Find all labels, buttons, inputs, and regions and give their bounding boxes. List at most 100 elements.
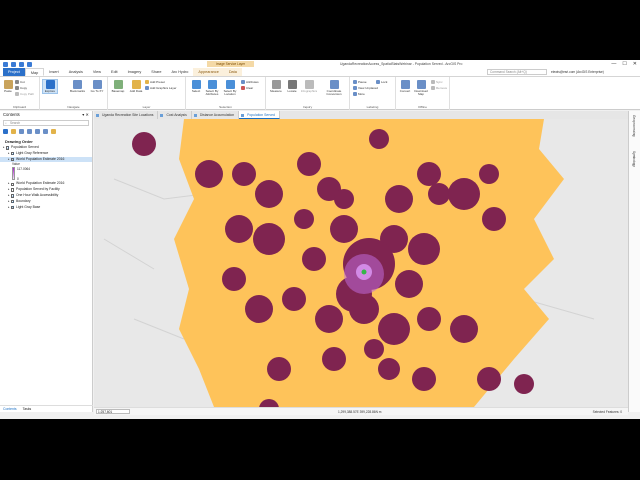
convert-button[interactable]: Convert <box>398 80 412 93</box>
layer-visibility-checkbox[interactable] <box>11 205 15 212</box>
cut-button[interactable]: Cut <box>15 80 25 84</box>
service-area-polygon <box>294 209 314 229</box>
measure-button[interactable]: Measure <box>268 80 284 93</box>
layer-visibility-checkbox[interactable] <box>11 200 15 206</box>
context-group-label: Image Service Layer <box>207 61 254 67</box>
expand-arrow-icon[interactable]: ▸ <box>8 157 10 163</box>
map-canvas[interactable] <box>94 119 628 407</box>
attributes-button[interactable]: Attributes <box>241 80 259 84</box>
minimize-button[interactable]: — <box>611 60 616 68</box>
list-by-editing-icon[interactable] <box>27 129 32 134</box>
tab-insert[interactable]: Insert <box>44 68 64 76</box>
layer-visibility-checkbox[interactable] <box>11 157 15 164</box>
service-area-polygon <box>448 178 480 210</box>
service-area-polygon <box>267 357 291 381</box>
symbology-tab[interactable]: Symbology <box>632 151 636 167</box>
tab-analysis[interactable]: Analysis <box>64 68 88 76</box>
list-by-data-source-icon[interactable] <box>11 129 16 134</box>
more-labeling-button[interactable]: More <box>353 92 365 96</box>
clear-icon <box>241 86 245 90</box>
close-button[interactable]: ✕ <box>633 60 637 68</box>
layer-name: World Population Estimate 2016 <box>16 156 65 161</box>
list-by-drawing-order-icon[interactable] <box>3 129 8 134</box>
tab-project[interactable]: Project <box>3 68 25 76</box>
list-by-snapping-icon[interactable] <box>35 129 40 134</box>
layer-item[interactable]: ▸ World Population Estimate 2016 <box>0 156 92 164</box>
coordinate-conversion-button[interactable]: Coordinate Conversion <box>322 80 346 97</box>
contents-search-input[interactable]: ⌕ Search <box>3 120 89 126</box>
signed-in-user[interactable]: elewis@esri.com (ArcGIS Enterprise) <box>551 69 604 75</box>
view-unplaced-button[interactable]: View Unplaced <box>353 86 378 90</box>
service-area-polygon <box>282 287 306 311</box>
basemap-button[interactable]: Basemap <box>111 80 125 93</box>
service-area-polygon <box>253 223 285 255</box>
select-by-attributes-button[interactable]: Select By Attributes <box>204 80 220 97</box>
lock-labels-button[interactable]: Lock <box>376 80 387 84</box>
layer-visibility-checkbox[interactable] <box>11 152 15 158</box>
locate-button[interactable]: Locate <box>285 80 299 93</box>
undo-icon[interactable] <box>19 61 24 67</box>
download-map-button[interactable]: Download Map <box>413 80 429 97</box>
group-label: Labeling <box>366 105 379 109</box>
list-by-labeling-icon[interactable] <box>43 129 48 134</box>
copy-path-button[interactable]: Copy Path <box>15 92 34 96</box>
tab-data[interactable]: Data <box>223 68 242 76</box>
paste-button[interactable]: Paste <box>2 80 14 93</box>
layer-visibility-checkbox[interactable] <box>11 182 15 186</box>
pane-options-icon[interactable]: ▾ ✕ <box>82 111 89 119</box>
tab-map[interactable]: Map <box>24 68 45 76</box>
redo-icon[interactable] <box>27 61 32 67</box>
view-tab[interactable]: Cost Analysis <box>158 111 192 119</box>
tab-edit[interactable]: Edit <box>106 68 123 76</box>
command-search-input[interactable]: Command Search (Alt+Q) <box>487 69 547 75</box>
attributes-icon <box>241 80 245 84</box>
copy-button[interactable]: Copy <box>15 86 27 90</box>
maximize-button[interactable]: ☐ <box>622 60 626 68</box>
layer-list: ▸ World Population Estimate 2016 ▸ Populati… <box>0 181 92 212</box>
add-preset-button[interactable]: Add Preset <box>145 80 165 84</box>
bookmarks-button[interactable]: Bookmarks <box>70 80 85 93</box>
tab-appearance[interactable]: Appearance <box>193 68 224 76</box>
view-tab[interactable]: Uganda Recreation Site Locations <box>94 111 159 119</box>
group-label: Clipboard <box>12 105 27 109</box>
tab-share[interactable]: Share <box>146 68 166 76</box>
go-to-xy-button[interactable]: Go To XY <box>90 80 104 93</box>
tab-contents[interactable]: Contents <box>3 406 17 412</box>
save-icon[interactable] <box>11 61 16 67</box>
scale-select[interactable]: 1:257,601 <box>96 409 130 414</box>
add-data-button[interactable]: Add Data <box>129 80 143 93</box>
select-button[interactable]: Select <box>189 80 203 93</box>
map-view[interactable] <box>94 119 628 407</box>
explore-button[interactable]: Explore <box>42 78 58 95</box>
list-by-selection-icon[interactable] <box>19 129 24 134</box>
select-by-attributes-icon <box>207 80 217 89</box>
layer-item[interactable]: ▸ Light Gray Base <box>0 205 92 212</box>
view-tab-active[interactable]: Population Served <box>239 111 280 119</box>
tab-arc-hydro[interactable]: Arc Hydro <box>166 68 193 76</box>
selection-group: Select Select By Attributes Select By Lo… <box>186 77 266 110</box>
contents-title: Contents <box>3 112 20 117</box>
tab-imagery[interactable]: Imagery <box>123 68 147 76</box>
tab-tasks[interactable]: Tasks <box>23 406 32 412</box>
select-by-location-button[interactable]: Select By Location <box>222 80 238 97</box>
service-area-polygon <box>232 162 256 186</box>
layer-visibility-checkbox[interactable] <box>11 188 15 192</box>
infographics-button[interactable]: Infographics <box>300 80 318 93</box>
service-area-polygon <box>334 189 354 209</box>
navigate-group: Explore Bookmarks Go To XY Navigate <box>40 77 108 110</box>
list-by-charts-icon[interactable] <box>51 129 56 134</box>
layer-visibility-checkbox[interactable] <box>6 146 10 152</box>
open-icon[interactable] <box>3 61 8 67</box>
sync-button[interactable]: Sync <box>431 80 443 84</box>
pause-labeling-button[interactable]: Pause <box>353 80 367 84</box>
geoprocessing-tab[interactable]: Geoprocessing <box>632 115 636 136</box>
clear-selection-button[interactable]: Clear <box>241 86 253 90</box>
group-label: Navigate <box>67 105 80 109</box>
service-area-polygon <box>482 207 506 231</box>
layer-visibility-checkbox[interactable] <box>11 194 15 200</box>
add-graphics-layer-button[interactable]: Add Graphics Layer <box>145 86 177 90</box>
remove-button[interactable]: Remove <box>431 86 447 90</box>
expand-arrow-icon[interactable]: ▸ <box>8 205 10 211</box>
view-tab[interactable]: Distance Accumulation <box>192 111 240 119</box>
tab-view[interactable]: View <box>88 68 106 76</box>
